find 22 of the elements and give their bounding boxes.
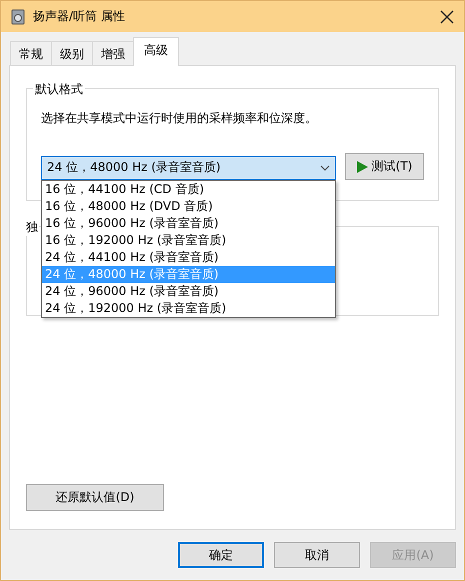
format-dropdown[interactable]: 24 位，48000 Hz (录音室音质) <box>41 156 336 180</box>
chevron-icon <box>320 164 330 170</box>
speaker-icon <box>11 8 25 24</box>
dropdown-option[interactable]: 16 位，192000 Hz (录音室音质) <box>42 232 335 248</box>
dropdown-option[interactable]: 24 位，44100 Hz (录音室音质) <box>42 248 335 266</box>
tab[interactable]: 常规 <box>10 41 52 65</box>
dialog-button[interactable]: 确定 <box>178 542 264 568</box>
test-button[interactable]: 测试(T) <box>345 153 424 180</box>
play-icon <box>356 160 368 172</box>
restore-defaults-button[interactable]: 还原默认值(D) <box>26 484 164 511</box>
description-text: 选择在共享模式中运行时使用的采样频率和位深度。 <box>41 110 318 127</box>
window-title: 扬声器/听筒 属性 <box>33 8 126 25</box>
dropdown-option[interactable]: 24 位，192000 Hz (录音室音质) <box>42 300 335 316</box>
tab[interactable]: 高级 <box>133 37 179 66</box>
dropdown-option[interactable]: 16 位，96000 Hz (录音室音质) <box>42 214 335 232</box>
group-label: 独 <box>26 219 39 236</box>
dialog-button[interactable]: 取消 <box>274 542 360 568</box>
dropdown-option[interactable]: 16 位，44100 Hz (CD 音质) <box>42 180 335 198</box>
dropdown-option[interactable]: 16 位，48000 Hz (DVD 音质) <box>42 198 335 214</box>
close-icon[interactable] <box>440 10 454 24</box>
group-label: 默认格式 <box>33 81 85 98</box>
dropdown-option[interactable]: 24 位，96000 Hz (录音室音质) <box>42 282 335 300</box>
